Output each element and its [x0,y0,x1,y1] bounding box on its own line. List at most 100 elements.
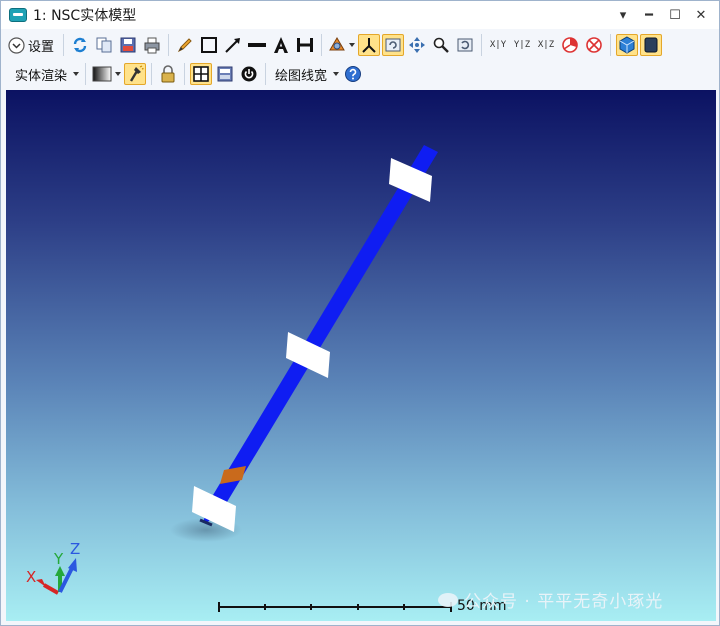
refresh-button[interactable] [69,34,91,56]
fit-view-button[interactable] [382,34,405,56]
axes-button[interactable] [358,34,381,56]
arrow-button[interactable] [222,34,244,56]
rectangle-button[interactable] [198,34,220,56]
x-axis-head [36,579,46,587]
dimension-icon [297,38,314,52]
clipping-icon [562,37,578,53]
window-menu-button[interactable]: ▾ [617,8,629,23]
pan-button[interactable] [406,34,428,56]
rectangle-icon [201,37,218,53]
pencil-button[interactable] [174,34,196,56]
minimize-button[interactable]: ━ [643,8,655,23]
help-button[interactable] [342,63,364,85]
toolbar-separator [610,34,612,56]
dimension-button[interactable] [294,34,316,56]
app-icon [9,8,27,22]
maximize-button[interactable]: ☐ [669,8,681,23]
dropdown-caret-icon [349,43,356,47]
source-block [220,466,246,484]
dropdown-caret-icon [115,72,122,76]
line-button[interactable] [246,34,268,56]
save-icon [120,37,136,53]
no-clipping-button[interactable] [583,34,605,56]
watermark-text: 公众号 · 平平无奇小琢光 [464,592,664,612]
toolbar-separator [481,34,483,56]
pencil-icon [177,38,192,53]
toolbar-separator [63,34,65,56]
settings-label: 设置 [28,39,55,55]
text-icon [274,37,289,53]
toolbar-separator [85,63,87,85]
fit-view-icon [385,38,401,52]
cube-view-button[interactable] [616,34,639,56]
chevron-down-circle-icon [8,36,25,54]
text-button[interactable] [270,34,292,56]
pan-icon [409,37,426,53]
line-width-label: 绘图线宽 [275,68,328,84]
toolbar-separator [184,63,186,85]
nsc-solid-model-window: 1: NSC实体模型 ▾ ━ ☐ ✕ 设置 X|Y Y|Z X|Z 实体渲染 绘… [0,0,720,626]
export-image-button[interactable] [214,63,236,85]
render-mode-dropdown[interactable]: 实体渲染 [11,63,80,85]
z-axis-label: Z [70,540,80,558]
gradient-icon [92,66,112,82]
zoom-button[interactable] [430,34,452,56]
close-button[interactable]: ✕ [695,8,707,23]
reset-button[interactable] [454,34,476,56]
toolbar-separator [151,63,153,85]
line-width-dropdown[interactable]: 绘图线宽 [271,63,340,85]
clipping-button[interactable] [559,34,581,56]
power-icon [241,66,257,82]
toolbar-main: 设置 X|Y Y|Z X|Z [1,31,719,59]
copy-button[interactable] [93,34,115,56]
axes-icon [362,38,376,53]
refresh-icon [73,37,87,53]
dropdown-caret-icon [333,72,340,76]
x-axis-arrow [43,583,59,595]
window-title: 1: NSC实体模型 [33,8,137,24]
title-bar[interactable]: 1: NSC实体模型 ▾ ━ ☐ ✕ [1,1,719,29]
y-axis-label: Y [53,550,64,568]
grid-button[interactable] [190,63,213,85]
export-image-icon [217,66,233,82]
zoom-icon [433,37,449,53]
wechat-icon [438,592,458,607]
light-button[interactable] [124,63,147,85]
grid-icon [193,66,209,82]
lock-icon [161,65,175,83]
dark-window-button[interactable] [640,34,663,56]
cube-icon [619,36,635,54]
save-button[interactable] [117,34,139,56]
color-gradient-dropdown[interactable] [91,63,122,85]
dark-window-icon [644,37,658,53]
scale-bar [218,602,452,612]
copy-icon [96,37,112,53]
light-icon [129,65,144,82]
no-clipping-icon [586,37,602,53]
lock-button[interactable] [157,63,179,85]
render-mode-label: 实体渲染 [15,68,68,84]
dropdown-caret-icon [73,72,80,76]
toolbar-secondary: 实体渲染 绘图线宽 [1,60,719,88]
line-icon [248,43,267,47]
rotate-view-icon [329,37,345,51]
x-axis-label: X [26,568,36,586]
ray-beam [213,145,438,502]
reset-icon [457,38,473,52]
help-icon [345,66,362,82]
toolbar-separator [321,34,323,56]
print-icon [144,37,160,54]
settings-button[interactable]: 设置 [7,34,58,56]
view-xy-button[interactable]: X|Y [487,34,509,56]
rotate-view-button[interactable] [327,34,356,56]
toolbar-separator [265,63,267,85]
watermark: 公众号 · 平平无奇小琢光 [438,587,663,612]
view-xz-button[interactable]: X|Z [535,34,557,56]
toolbar-separator [168,34,170,56]
3d-viewport[interactable]: X Y Z 50 mm 公众号 · 平平无奇小琢光 [6,90,716,621]
power-button[interactable] [238,63,260,85]
scene-svg: X Y Z [26,145,452,612]
axis-triad: X Y Z [26,540,80,595]
view-yz-button[interactable]: Y|Z [511,34,533,56]
print-button[interactable] [141,34,163,56]
